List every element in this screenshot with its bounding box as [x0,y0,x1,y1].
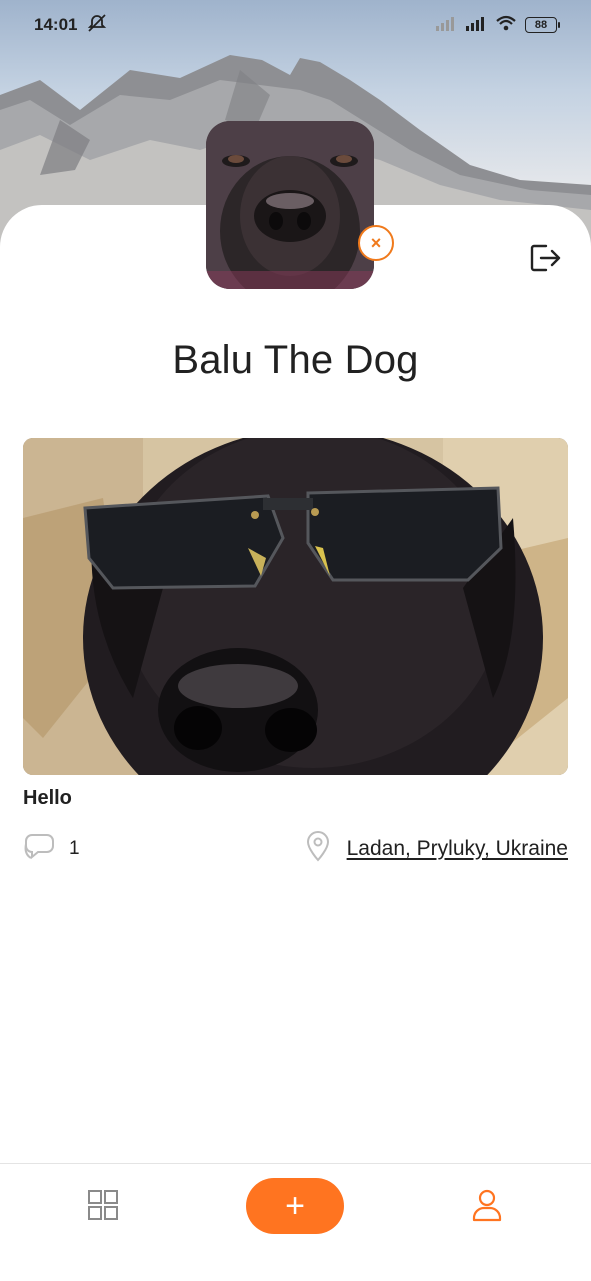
logout-icon [530,244,561,272]
profile-name: Balu The Dog [172,338,419,382]
location-pin-icon [305,830,331,867]
comment-count: 1 [69,837,80,859]
profile-avatar[interactable] [206,121,374,289]
grid-icon [88,1190,118,1220]
location-link[interactable]: Ladan, Pryluky, Ukraine [347,837,568,861]
logout-button[interactable] [528,242,562,274]
post-title: Hello [23,787,72,809]
user-icon [472,1189,502,1222]
signal-icon [465,15,487,36]
wifi-icon [495,15,517,36]
signal-icon [435,15,457,36]
add-icon: + [285,1186,305,1225]
nav-profile-button[interactable] [472,1188,502,1222]
add-post-button[interactable]: + [246,1178,344,1234]
post-image[interactable] [23,438,568,775]
status-bar: 14:01 88 [0,0,591,50]
status-time: 14:01 [34,15,78,34]
bottom-navigation: + [0,1163,591,1281]
alarm-off-icon [87,13,107,38]
post-location[interactable]: Ladan, Pryluky, Ukraine [305,830,568,867]
comment-icon [23,830,55,867]
nav-posts-button[interactable] [88,1190,118,1220]
close-icon: × [370,233,382,253]
comments-button[interactable]: 1 [23,830,80,867]
post-meta: 1 Ladan, Pryluky, Ukraine [23,830,568,866]
remove-avatar-button[interactable]: × [358,225,394,261]
battery-icon: 88 [525,17,560,33]
